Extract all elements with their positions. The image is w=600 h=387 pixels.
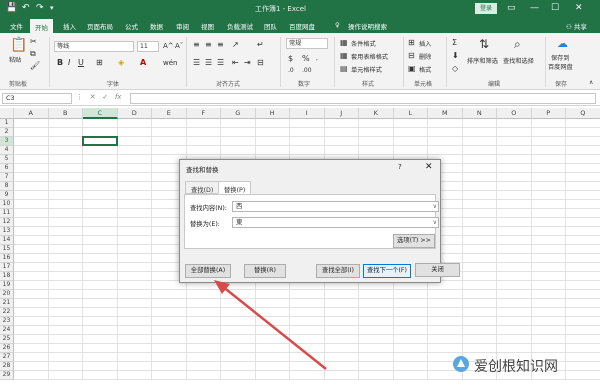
- arrow-shaft: [221, 285, 327, 370]
- annotation-arrow: [214, 280, 327, 370]
- watermark-logo-icon: [453, 356, 469, 372]
- watermark-text: 爱创根知识网: [474, 359, 558, 375]
